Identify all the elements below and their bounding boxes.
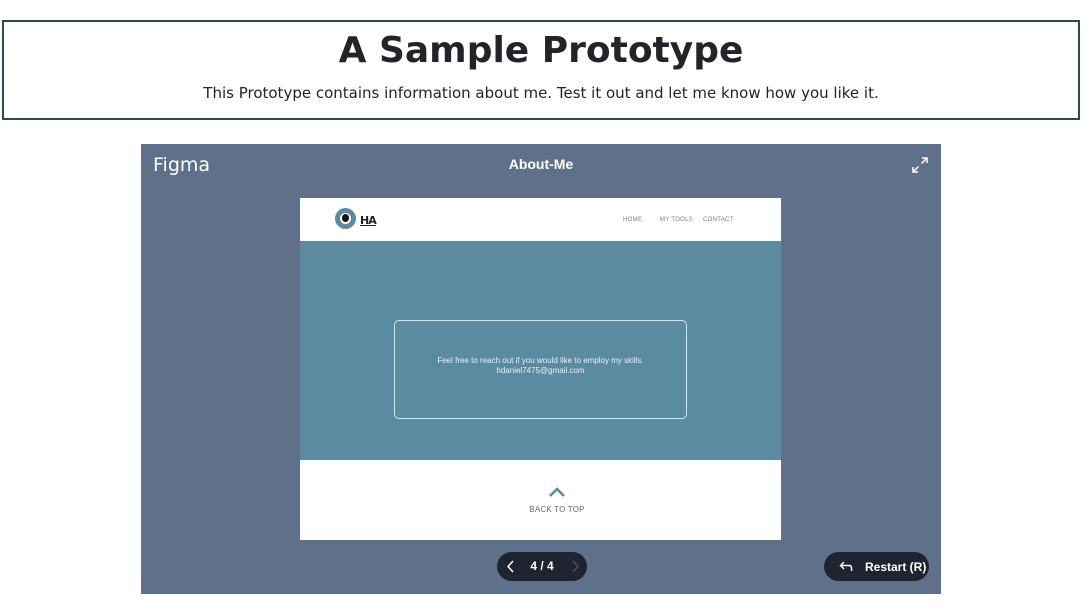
eye-logo-icon[interactable] [335, 208, 356, 229]
frame-pager: 4 / 4 [497, 552, 587, 581]
chevron-right-icon[interactable] [568, 559, 582, 574]
header-card: A Sample Prototype This Prototype contai… [2, 20, 1080, 120]
prototype-nav-contact[interactable]: CONTACT [703, 217, 734, 223]
prototype-nav-home[interactable]: HOME [623, 217, 642, 223]
page-title: A Sample Prototype [338, 30, 744, 71]
prototype-hero: Feel free to reach out if you would like… [300, 241, 781, 460]
back-to-top-link[interactable]: BACK TO TOP [300, 505, 781, 514]
restart-arrow-icon [839, 561, 853, 571]
prototype-footer: BACK TO TOP [300, 460, 781, 540]
restart-button[interactable]: Restart (R) [824, 552, 929, 581]
prototype-nav-my-tools[interactable]: MY TOOLS [660, 217, 693, 223]
contact-message: Feel free to reach out if you would like… [437, 356, 644, 365]
expand-icon[interactable] [911, 156, 929, 174]
contact-email[interactable]: hdaniel7475@gmail.com [395, 366, 686, 376]
frame-title: About-Me [508, 156, 574, 172]
prototype-navbar: HA HOME MY TOOLS CONTACT [300, 198, 781, 241]
prototype-logo-text[interactable]: HA [360, 214, 377, 227]
contact-card: Feel free to reach out if you would like… [394, 320, 687, 419]
restart-label: Restart (R) [865, 560, 927, 574]
prototype-frame[interactable]: HA HOME MY TOOLS CONTACT Feel free to re… [300, 198, 781, 540]
chevron-up-icon[interactable] [548, 486, 566, 498]
figma-embed: Figma About-Me HA HOME MY TOOLS CONTACT … [141, 144, 941, 594]
page-subtitle: This Prototype contains information abou… [203, 84, 879, 102]
